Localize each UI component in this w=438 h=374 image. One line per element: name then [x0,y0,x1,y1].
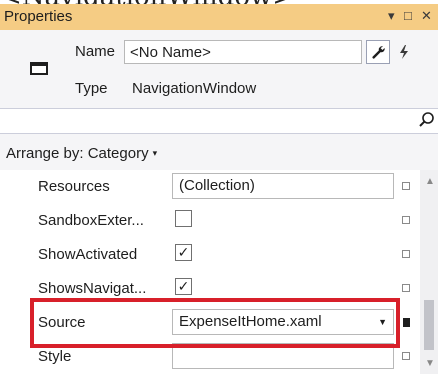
properties-button[interactable] [366,40,390,64]
property-marker-icon[interactable] [402,250,410,258]
arrange-by-text: Arrange by: Category [6,145,149,162]
property-value-field[interactable] [172,343,394,369]
maximize-icon[interactable]: □ [404,8,412,23]
property-row-style: Style [0,340,438,374]
property-row-resources: Resources (Collection) [0,170,438,204]
type-label: Type [75,80,108,97]
property-row-showactivated: ShowActivated ✓ [0,238,438,272]
source-value: ExpenseItHome.xaml [179,313,322,330]
search-icon[interactable] [418,110,436,130]
property-name: Style [38,348,72,365]
property-name: ShowActivated [38,246,138,263]
panel-title: Properties [4,8,73,25]
property-marker-icon[interactable] [402,216,410,224]
scroll-up-icon[interactable]: ▲ [425,176,435,187]
arrange-by-label[interactable]: Arrange by: Category ▾ [6,145,157,162]
property-row-source: Source ExpenseItHome.xaml ▼ [0,306,438,340]
property-row-showsnavigation: ShowsNavigat... ✓ [0,272,438,306]
property-marker-icon[interactable] [402,284,410,292]
wrench-icon [372,46,385,59]
property-value-field[interactable]: (Collection) [172,173,394,199]
property-checkbox[interactable] [175,210,192,227]
arrange-by-row[interactable]: Arrange by: Category ▾ [0,134,438,170]
window-object-icon [30,62,48,75]
scroll-down-icon[interactable]: ▼ [425,358,435,369]
property-marker-icon[interactable] [402,182,410,190]
close-icon[interactable]: ✕ [421,8,432,24]
source-dropdown[interactable]: ExpenseItHome.xaml ▼ [172,309,394,335]
property-name: Source [38,314,86,331]
property-search-input[interactable] [0,109,414,135]
property-checkbox[interactable]: ✓ [175,278,192,295]
arrange-caret-icon: ▾ [152,148,158,158]
lightning-bolt-icon [400,45,408,59]
properties-title-bar: Properties ▾ □ ✕ [0,4,438,30]
property-marker-set-icon[interactable] [403,318,410,327]
scroll-thumb[interactable] [424,300,434,350]
property-name: SandboxExter... [38,212,144,229]
vertical-scrollbar[interactable]: ▲ ▼ [420,170,438,374]
search-row [0,108,438,135]
name-field[interactable] [124,40,362,64]
type-value: NavigationWindow [132,80,257,97]
dropdown-arrow-icon[interactable]: ▼ [378,317,387,327]
events-button[interactable] [392,40,416,64]
property-name: ShowsNavigat... [38,280,147,297]
property-row-sandbox: SandboxExter... [0,204,438,238]
name-label: Name [75,43,116,60]
property-marker-icon[interactable] [402,352,410,360]
property-checkbox[interactable]: ✓ [175,244,192,261]
property-grid: Resources (Collection) SandboxExter... S… [0,170,438,374]
pin-dropdown-icon[interactable]: ▾ [388,8,395,24]
property-name: Resources [38,178,110,195]
